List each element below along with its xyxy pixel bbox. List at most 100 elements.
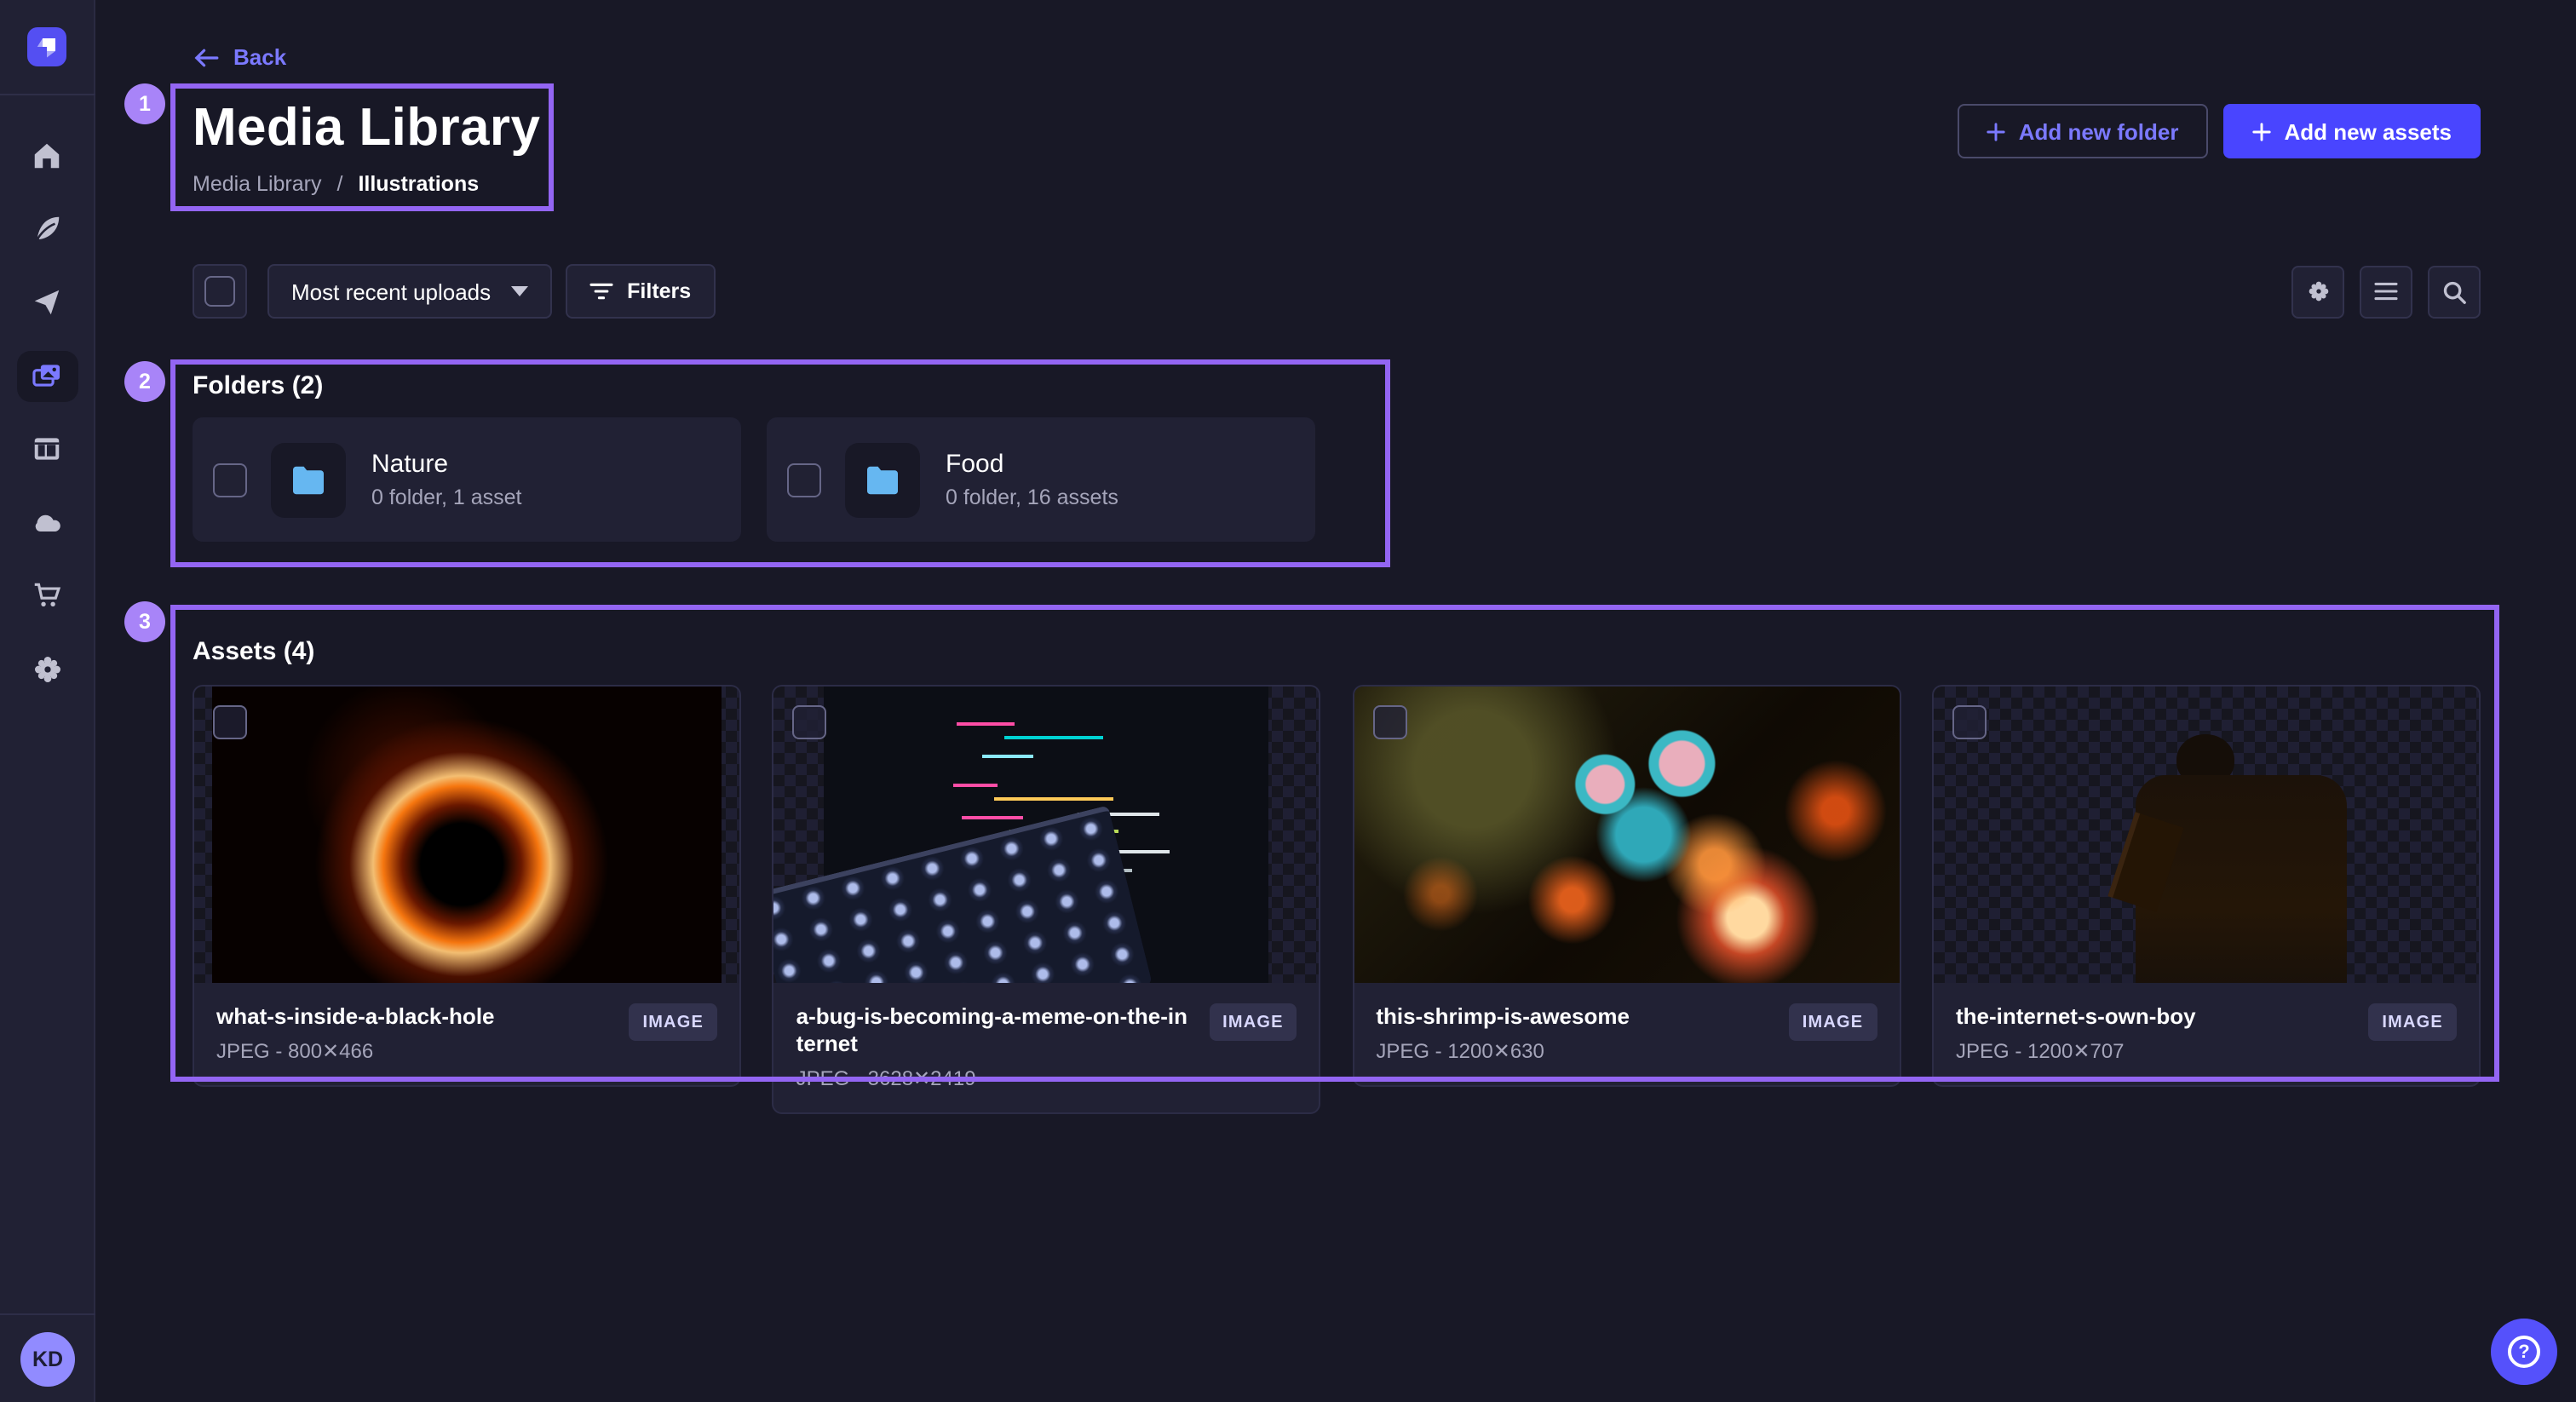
asset-name: a-bug-is-becoming-a-meme-on-the-internet bbox=[796, 1003, 1192, 1058]
folder-icon bbox=[864, 464, 901, 495]
folders-list: Nature 0 folder, 1 asset Food 0 folder, … bbox=[193, 417, 2481, 542]
page-title: Media Library bbox=[193, 97, 540, 158]
folder-icon bbox=[290, 464, 327, 495]
asset-meta: JPEG - 1200✕707 bbox=[1956, 1039, 2351, 1063]
folder-checkbox[interactable] bbox=[213, 463, 247, 497]
folders-section-title: Folders (2) bbox=[193, 371, 2481, 400]
paper-plane-icon bbox=[31, 286, 63, 319]
asset-name: this-shrimp-is-awesome bbox=[1376, 1003, 1771, 1031]
user-avatar[interactable]: KD bbox=[20, 1332, 75, 1387]
sort-dropdown-value: Most recent uploads bbox=[291, 279, 491, 304]
asset-card-footer: the-internet-s-own-boy JPEG - 1200✕707 I… bbox=[1934, 983, 2479, 1085]
asset-thumbnail bbox=[194, 687, 739, 983]
sort-dropdown[interactable]: Most recent uploads bbox=[267, 264, 552, 319]
list-view-button[interactable] bbox=[2360, 265, 2412, 318]
asset-type-badge: IMAGE bbox=[1209, 1003, 1297, 1041]
plus-icon bbox=[2251, 122, 2270, 141]
assets-section-title: Assets (4) bbox=[193, 637, 2481, 666]
view-controls bbox=[2291, 265, 2481, 318]
add-new-assets-label: Add new assets bbox=[2284, 118, 2452, 144]
back-arrow-icon bbox=[193, 45, 220, 69]
gear-icon bbox=[30, 652, 64, 686]
media-library-page: KD Back Media Library Media Library / Il… bbox=[0, 0, 2576, 1402]
search-button[interactable] bbox=[2428, 265, 2481, 318]
sidebar-item-home[interactable] bbox=[0, 119, 95, 192]
cloud-icon bbox=[30, 505, 64, 539]
cart-icon bbox=[31, 579, 63, 612]
asset-checkbox[interactable] bbox=[1372, 705, 1406, 739]
asset-card-shrimp[interactable]: this-shrimp-is-awesome JPEG - 1200✕630 I… bbox=[1352, 685, 1900, 1087]
asset-thumbnail bbox=[774, 687, 1320, 983]
sidebar-bottom: KD bbox=[0, 1313, 95, 1402]
checkbox bbox=[204, 276, 235, 307]
asset-meta: JPEG - 1200✕630 bbox=[1376, 1039, 1771, 1063]
search-icon bbox=[2441, 279, 2467, 304]
asset-card-internets-own-boy[interactable]: the-internet-s-own-boy JPEG - 1200✕707 I… bbox=[1932, 685, 2481, 1087]
breadcrumb-parent[interactable]: Media Library bbox=[193, 172, 321, 196]
asset-type-badge: IMAGE bbox=[1789, 1003, 1877, 1041]
folder-checkbox[interactable] bbox=[787, 463, 821, 497]
plus-icon bbox=[1987, 122, 2005, 141]
folder-tile bbox=[271, 442, 346, 517]
asset-meta: JPEG - 800✕466 bbox=[216, 1039, 612, 1063]
select-all-checkbox[interactable] bbox=[193, 264, 247, 319]
folder-meta: 0 folder, 1 asset bbox=[371, 486, 522, 509]
folder-info: Nature 0 folder, 1 asset bbox=[371, 450, 522, 509]
asset-type-badge: IMAGE bbox=[2368, 1003, 2457, 1041]
sidebar-item-releases[interactable] bbox=[0, 266, 95, 339]
asset-name: the-internet-s-own-boy bbox=[1956, 1003, 2351, 1031]
asset-thumbnail bbox=[1354, 687, 1899, 983]
asset-name: what-s-inside-a-black-hole bbox=[216, 1003, 612, 1031]
strapi-logo[interactable] bbox=[27, 27, 66, 66]
toolbar: Most recent uploads Filters bbox=[193, 264, 2481, 319]
filter-icon bbox=[589, 281, 613, 302]
list-icon bbox=[2373, 281, 2399, 302]
layout-icon bbox=[31, 433, 63, 465]
breadcrumb-current: Illustrations bbox=[358, 172, 479, 196]
sidebar-active-highlight bbox=[16, 350, 78, 401]
laptop-code-image bbox=[825, 687, 1269, 983]
sidebar-divider bbox=[0, 94, 95, 95]
asset-card-footer: what-s-inside-a-black-hole JPEG - 800✕46… bbox=[194, 983, 739, 1085]
sidebar-item-content-type-builder[interactable] bbox=[0, 412, 95, 486]
settings-button[interactable] bbox=[2291, 265, 2344, 318]
asset-checkbox[interactable] bbox=[1952, 705, 1987, 739]
library-portrait-image bbox=[1955, 687, 2458, 983]
media-library-icon bbox=[31, 359, 63, 392]
main-content: Back Media Library Media Library / Illus… bbox=[95, 0, 2576, 1402]
folder-name: Food bbox=[946, 450, 1118, 479]
folder-card-nature[interactable]: Nature 0 folder, 1 asset bbox=[193, 417, 741, 542]
asset-card-bug-meme[interactable]: a-bug-is-becoming-a-meme-on-the-internet… bbox=[773, 685, 1321, 1114]
filters-button[interactable]: Filters bbox=[566, 264, 715, 319]
folder-card-food[interactable]: Food 0 folder, 16 assets bbox=[767, 417, 1315, 542]
black-hole-image bbox=[212, 687, 722, 983]
shrimp-image bbox=[1354, 687, 1899, 983]
asset-meta: JPEG - 3628✕2419 bbox=[796, 1066, 1192, 1090]
back-label: Back bbox=[233, 44, 286, 70]
assets-grid: what-s-inside-a-black-hole JPEG - 800✕46… bbox=[193, 685, 2481, 1114]
sidebar: KD bbox=[0, 0, 95, 1402]
asset-card-footer: this-shrimp-is-awesome JPEG - 1200✕630 I… bbox=[1354, 983, 1899, 1085]
asset-card-black-hole[interactable]: what-s-inside-a-black-hole JPEG - 800✕46… bbox=[193, 685, 741, 1087]
sidebar-item-cloud[interactable] bbox=[0, 486, 95, 559]
asset-checkbox[interactable] bbox=[213, 705, 247, 739]
folder-name: Nature bbox=[371, 450, 522, 479]
sidebar-item-settings[interactable] bbox=[0, 632, 95, 705]
breadcrumb: Media Library / Illustrations bbox=[193, 172, 540, 196]
back-link[interactable]: Back bbox=[193, 44, 286, 70]
add-new-folder-button[interactable]: Add new folder bbox=[1958, 104, 2208, 158]
sidebar-item-content-manager[interactable] bbox=[0, 192, 95, 266]
folder-meta: 0 folder, 16 assets bbox=[946, 486, 1118, 509]
help-button[interactable]: ? bbox=[2491, 1319, 2557, 1385]
question-mark-icon: ? bbox=[2508, 1336, 2540, 1368]
sidebar-nav bbox=[0, 119, 95, 705]
strapi-logo-icon bbox=[34, 34, 60, 60]
header-actions: Add new folder Add new assets bbox=[1958, 104, 2481, 158]
asset-checkbox[interactable] bbox=[793, 705, 827, 739]
sidebar-item-media-library[interactable] bbox=[0, 339, 95, 412]
page-header: Media Library Media Library / Illustrati… bbox=[193, 92, 2481, 196]
add-new-assets-button[interactable]: Add new assets bbox=[2222, 104, 2481, 158]
add-new-folder-label: Add new folder bbox=[2019, 118, 2179, 144]
sidebar-item-marketplace[interactable] bbox=[0, 559, 95, 632]
gear-icon bbox=[2304, 278, 2332, 305]
